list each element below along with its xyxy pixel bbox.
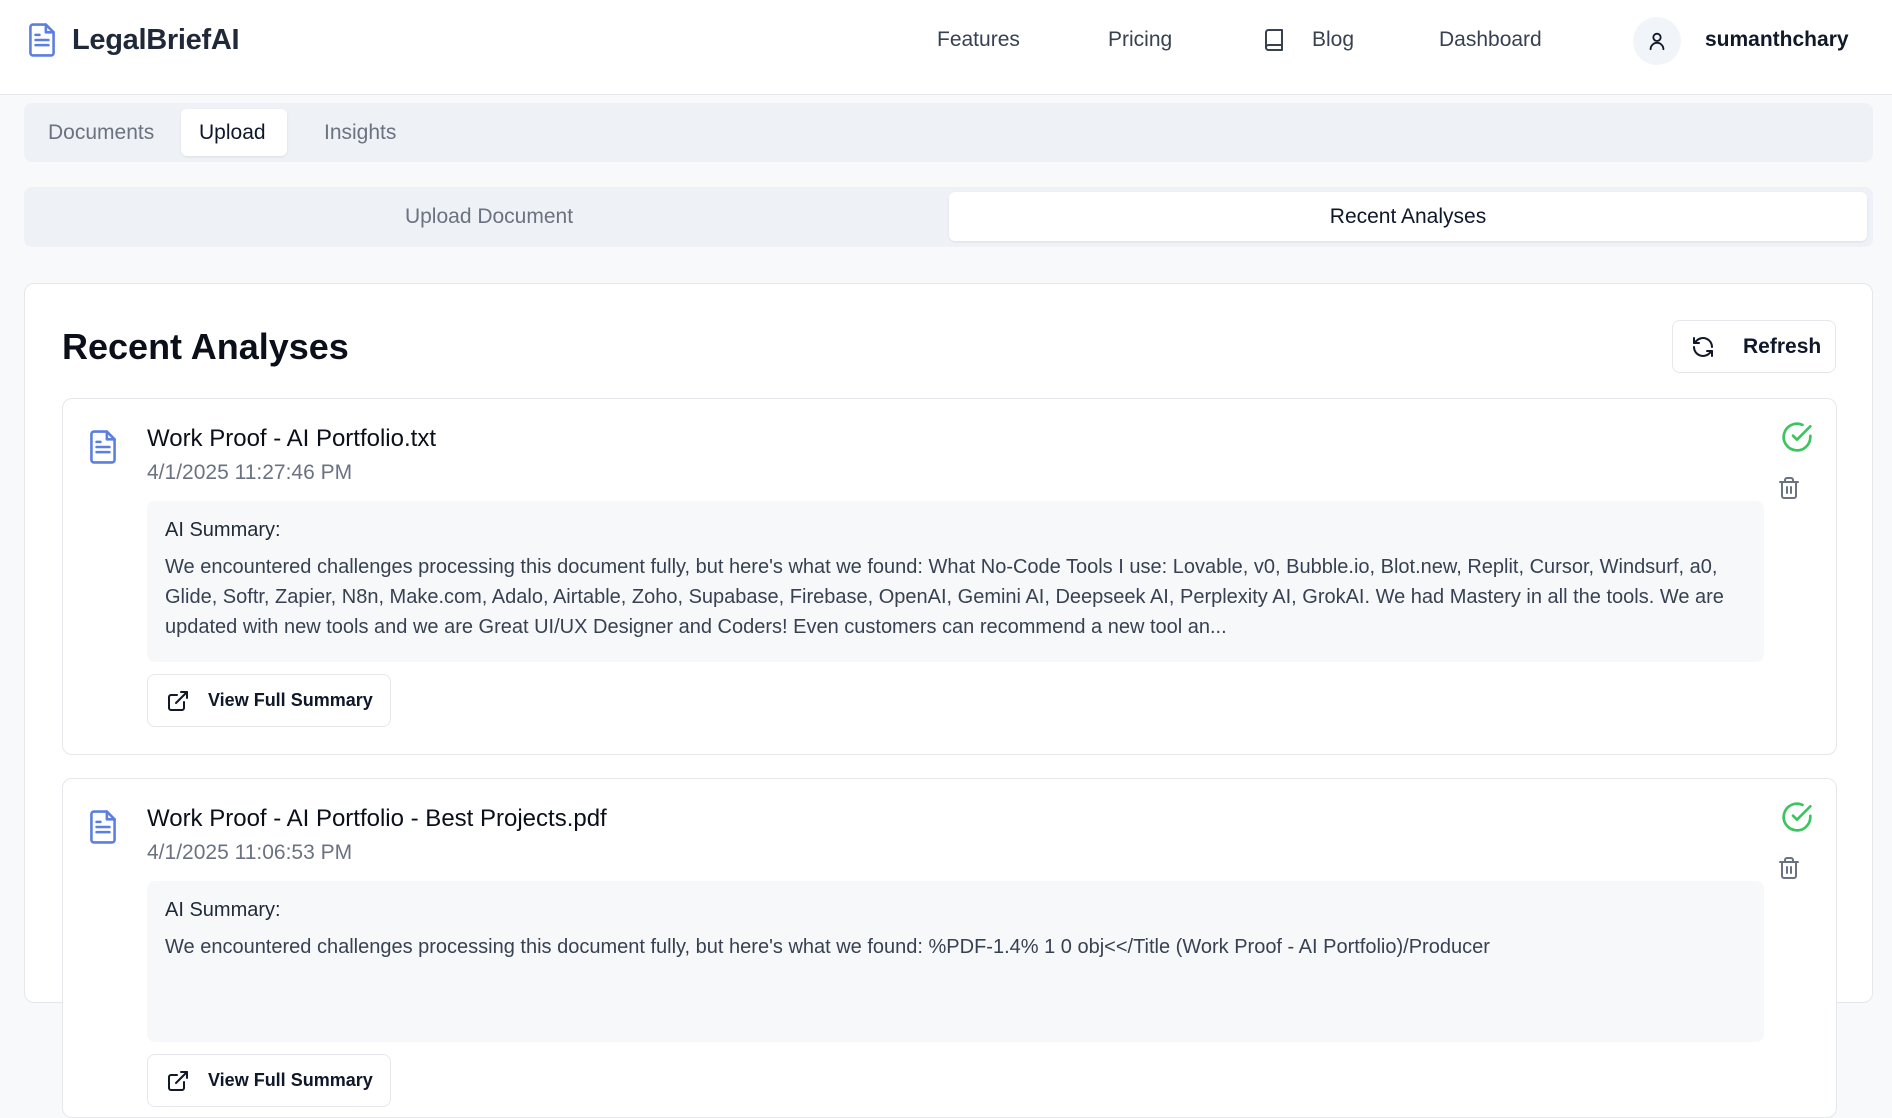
brand-name: LegalBriefAI bbox=[72, 23, 240, 56]
tab-documents[interactable]: Documents bbox=[30, 109, 172, 156]
main-tabs: Documents Upload Insights bbox=[24, 103, 1873, 162]
book-icon bbox=[1265, 29, 1283, 51]
nav-pricing[interactable]: Pricing bbox=[1108, 28, 1172, 52]
top-header: LegalBriefAI Features Pricing Blog Dashb… bbox=[0, 0, 1892, 95]
tab-upload[interactable]: Upload bbox=[181, 109, 287, 156]
analysis-title: Work Proof - AI Portfolio.txt bbox=[147, 425, 436, 452]
check-circle-icon bbox=[1782, 802, 1812, 832]
nav-features[interactable]: Features bbox=[937, 28, 1020, 52]
check-circle-icon bbox=[1782, 422, 1812, 452]
nav-blog-label: Blog bbox=[1312, 28, 1355, 51]
refresh-icon bbox=[1693, 336, 1713, 357]
trash-icon[interactable] bbox=[1777, 475, 1801, 501]
analysis-card: Work Proof - AI Portfolio - Best Project… bbox=[62, 778, 1837, 1118]
summary-label: AI Summary: bbox=[165, 519, 281, 541]
summary-label: AI Summary: bbox=[165, 899, 281, 921]
subtab-recent-analyses[interactable]: Recent Analyses bbox=[949, 192, 1867, 241]
upload-subtabs: Upload Document Recent Analyses bbox=[24, 187, 1873, 247]
external-link-icon bbox=[168, 1070, 188, 1091]
refresh-button[interactable]: Refresh bbox=[1672, 320, 1836, 373]
nav-dashboard[interactable]: Dashboard bbox=[1439, 28, 1542, 52]
tab-insights[interactable]: Insights bbox=[306, 109, 414, 156]
recent-analyses-panel: Recent Analyses Refresh Work Proof - AI … bbox=[24, 283, 1873, 1118]
summary-box: AI Summary: We encountered challenges pr… bbox=[147, 881, 1764, 1042]
analysis-date: 4/1/2025 11:06:53 PM bbox=[147, 841, 353, 864]
brand-logo[interactable]: LegalBriefAI bbox=[26, 22, 240, 58]
subtab-upload-document[interactable]: Upload Document bbox=[30, 192, 948, 241]
document-icon bbox=[29, 23, 55, 57]
view-full-summary-label: View Full Summary bbox=[208, 690, 373, 710]
external-link-icon bbox=[168, 690, 188, 711]
page-title: Recent Analyses bbox=[62, 326, 349, 367]
user-icon bbox=[1649, 32, 1665, 51]
summary-text: We encountered challenges processing thi… bbox=[165, 556, 1724, 638]
view-full-summary-button[interactable]: View Full Summary bbox=[147, 674, 391, 727]
avatar[interactable] bbox=[1633, 17, 1681, 65]
summary-text: We encountered challenges processing thi… bbox=[165, 936, 1490, 958]
nav-blog[interactable]: Blog bbox=[1262, 28, 1354, 52]
view-full-summary-label: View Full Summary bbox=[208, 1070, 373, 1090]
file-text-icon bbox=[90, 430, 116, 464]
username[interactable]: sumanthchary bbox=[1705, 28, 1849, 52]
file-text-icon bbox=[90, 810, 116, 844]
analysis-title: Work Proof - AI Portfolio - Best Project… bbox=[147, 805, 607, 832]
summary-box: AI Summary: We encountered challenges pr… bbox=[147, 501, 1764, 662]
analysis-card: Work Proof - AI Portfolio.txt 4/1/2025 1… bbox=[62, 398, 1837, 755]
trash-icon[interactable] bbox=[1777, 855, 1801, 881]
analysis-date: 4/1/2025 11:27:46 PM bbox=[147, 461, 353, 484]
refresh-label: Refresh bbox=[1743, 334, 1822, 358]
view-full-summary-button[interactable]: View Full Summary bbox=[147, 1054, 391, 1107]
